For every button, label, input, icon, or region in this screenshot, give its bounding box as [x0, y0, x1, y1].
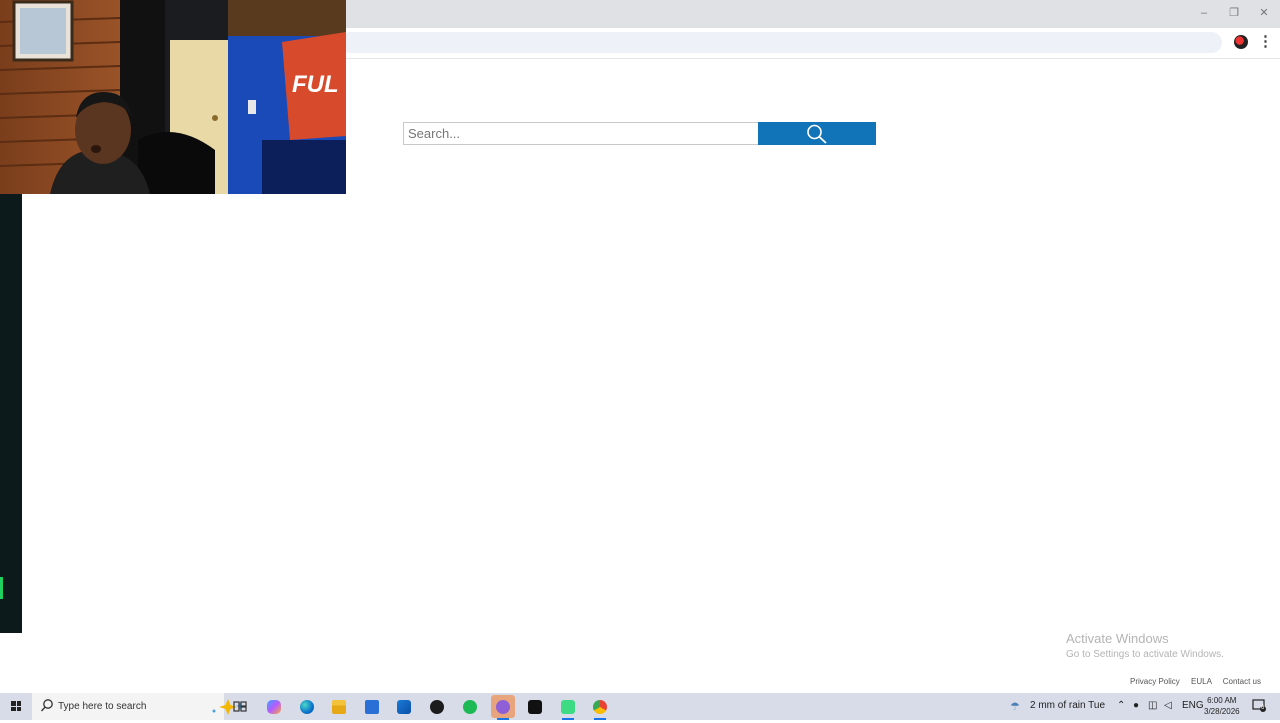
network-icon: ◫: [1148, 700, 1158, 711]
weather-text: 2 mm of rain Tue: [1030, 700, 1106, 712]
rain-cloud-icon: ☂: [1010, 701, 1020, 713]
chat-app-icon: [496, 700, 510, 714]
weather-widget[interactable]: ☂ 2 mm of rain Tue: [1010, 700, 1106, 713]
taskbar-clock[interactable]: 6:00 AM 3/28/2026: [1204, 695, 1240, 717]
footer-links: Privacy Policy EULA Contact us: [1121, 677, 1261, 686]
capcut-button[interactable]: [523, 695, 547, 718]
edge-button[interactable]: [295, 695, 319, 718]
privacy-policy-link[interactable]: Privacy Policy: [1130, 677, 1180, 686]
chevron-up-icon: ⌃: [1117, 700, 1126, 711]
close-button[interactable]: ✕: [1256, 6, 1272, 20]
minimize-button[interactable]: –: [1196, 6, 1212, 20]
notification-count: 6: [1261, 705, 1265, 711]
chrome-icon: [593, 700, 607, 714]
taskbar-search-text: Type here to search: [58, 701, 147, 712]
capcut-icon: [528, 700, 542, 714]
taskbar: Type here to search ☂ 2 mm of rain Tue ⌃…: [0, 693, 1280, 720]
contact-us-link[interactable]: Contact us: [1223, 677, 1261, 686]
search-input[interactable]: [403, 122, 761, 145]
volume-button[interactable]: ◁: [1164, 700, 1172, 711]
notification-center-button[interactable]: 6: [1252, 699, 1266, 712]
speaker-icon: ◁: [1164, 700, 1172, 711]
store-button[interactable]: [360, 695, 384, 718]
activate-windows-watermark: Activate Windows Go to Settings to activ…: [1066, 631, 1224, 660]
file-explorer-button[interactable]: [327, 695, 351, 718]
copilot-icon: [267, 700, 281, 714]
spotify-icon: [463, 700, 477, 714]
eula-link[interactable]: EULA: [1191, 677, 1211, 686]
clock-time: 6:00 AM: [1207, 696, 1237, 705]
profile-avatar-icon[interactable]: [1234, 35, 1248, 49]
taskbar-search-box[interactable]: Type here to search: [32, 693, 244, 720]
windows-logo-icon: [11, 701, 21, 711]
outlook-icon: [397, 700, 411, 714]
android-app-icon: [561, 700, 575, 714]
search-icon: [807, 124, 827, 144]
side-panel: [0, 194, 22, 633]
search-button[interactable]: [758, 122, 876, 145]
store-icon: [365, 700, 379, 714]
show-hidden-icons-button[interactable]: ⌃: [1117, 700, 1125, 711]
chrome-button[interactable]: [588, 695, 612, 720]
webcam-feed-image: FUL: [0, 0, 346, 194]
language-text: ENG: [1182, 700, 1204, 711]
restore-button[interactable]: ❐: [1226, 6, 1242, 20]
browser-menu-icon[interactable]: ⋮: [1258, 33, 1273, 51]
copilot-button[interactable]: [262, 695, 286, 718]
svg-text:FUL: FUL: [292, 71, 339, 98]
language-indicator[interactable]: ENG: [1182, 700, 1204, 711]
android-app-button[interactable]: [556, 695, 580, 720]
edge-icon: [300, 700, 314, 714]
activate-subtitle: Go to Settings to activate Windows.: [1066, 649, 1224, 660]
spotify-button[interactable]: [458, 695, 482, 718]
task-view-button[interactable]: [228, 695, 252, 718]
microphone-button[interactable]: ●: [1133, 700, 1139, 711]
clock-date: 3/28/2026: [1204, 707, 1240, 716]
webcam-overlay: FUL: [0, 0, 346, 194]
task-view-icon: [233, 701, 247, 712]
address-bar[interactable]: [340, 32, 1222, 53]
file-explorer-icon: [332, 700, 346, 714]
start-button[interactable]: [0, 693, 32, 720]
activate-title: Activate Windows: [1066, 631, 1169, 646]
search-icon: [40, 699, 53, 712]
outlook-button[interactable]: [392, 695, 416, 718]
chatgpt-button[interactable]: [425, 695, 449, 718]
chat-app-button[interactable]: [491, 695, 515, 720]
side-panel-accent: [0, 577, 3, 599]
network-button[interactable]: ◫: [1148, 700, 1157, 711]
microphone-icon: ●: [1133, 700, 1140, 711]
chatgpt-icon: [430, 700, 444, 714]
